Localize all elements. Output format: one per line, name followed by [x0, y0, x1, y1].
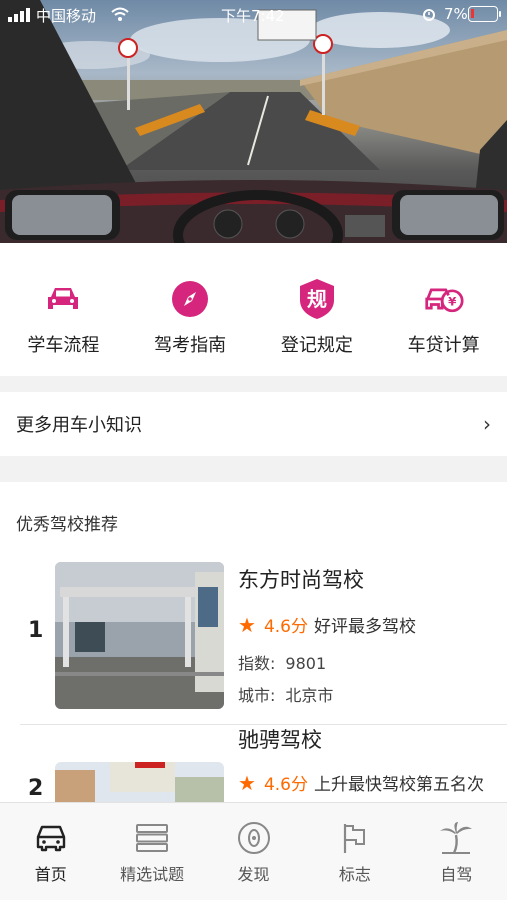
quick-link-label: 驾考指南 [154, 335, 227, 356]
rating-score: 4.6分 [263, 775, 308, 795]
school-name: 驰骋驾校 [238, 728, 322, 752]
quick-link-car-loan-calculator[interactable]: ¥ 车贷计算 [380, 243, 507, 376]
school-city: 城市: 北京市 [238, 682, 333, 706]
school-photo [55, 562, 224, 709]
car-front-icon [32, 821, 70, 855]
status-bar: 中国移动 下午7:42 7% [0, 0, 507, 30]
flag-icon [336, 821, 374, 855]
signal-icon [8, 8, 30, 22]
school-rating: ★ 4.6分 好评最多驾校 [238, 612, 416, 638]
school-card[interactable]: 2 驰骋驾校 ★ 4.6分 上升最快驾校第五名次 [0, 728, 507, 802]
rating-tagline: 上升最快驾校第五名次 [313, 775, 484, 795]
tab-label: 精选试题 [120, 865, 185, 884]
tab-discover[interactable]: 发现 [203, 803, 304, 900]
driving-test-scene [0, 0, 507, 243]
more-car-tips-row[interactable]: 更多用车小知识 › [0, 392, 507, 456]
tab-selected-questions[interactable]: 精选试题 [101, 803, 202, 900]
recommended-schools-section: 优秀驾校推荐 1 东方时尚驾校 ★ 4.6分 好评最多驾校 指数: 9801 城… [0, 482, 507, 802]
svg-text:规: 规 [307, 287, 327, 311]
hero-banner[interactable]: 中国移动 下午7:42 7% [0, 0, 507, 243]
quick-link-learning-process[interactable]: 学车流程 [0, 243, 127, 376]
carrier-name: 中国移动 [36, 7, 97, 25]
clock: 下午7:42 [221, 7, 285, 25]
quick-links: 学车流程 驾考指南 规 登记规定 ¥ 车贷计算 [0, 243, 507, 376]
quick-link-label: 登记规定 [280, 335, 353, 356]
tab-label: 标志 [338, 865, 371, 884]
tab-home[interactable]: 首页 [0, 803, 101, 900]
tab-label: 发现 [237, 865, 270, 884]
star-icon: ★ [238, 770, 256, 795]
tab-label: 自驾 [440, 865, 473, 884]
school-index: 指数: 9801 [238, 650, 326, 674]
city-value: 北京市 [285, 686, 334, 705]
more-car-tips-label: 更多用车小知识 [16, 415, 142, 436]
quick-link-registration-rules[interactable]: 规 登记规定 [254, 243, 381, 376]
school-photo [55, 762, 224, 802]
car-loan-icon: ¥ [424, 279, 464, 319]
tab-label: 首页 [34, 865, 67, 884]
rule-shield-icon: 规 [297, 279, 337, 319]
palm-tree-icon [437, 821, 475, 855]
svg-text:¥: ¥ [448, 294, 457, 308]
rating-tagline: 好评最多驾校 [313, 617, 416, 637]
index-value: 9801 [285, 654, 327, 673]
tab-signs[interactable]: 标志 [304, 803, 405, 900]
alarm-icon [423, 9, 435, 21]
battery-percent: 7% [444, 5, 468, 23]
quick-link-label: 学车流程 [27, 335, 100, 356]
school-name: 东方时尚驾校 [238, 568, 364, 592]
school-card[interactable]: 1 东方时尚驾校 ★ 4.6分 好评最多驾校 指数: 9801 城市: 北京市 [0, 562, 507, 722]
star-icon: ★ [238, 612, 256, 637]
quick-link-exam-guide[interactable]: 驾考指南 [127, 243, 254, 376]
compass-icon [170, 279, 210, 319]
school-rank: 2 [28, 776, 44, 801]
quick-link-label: 车贷计算 [407, 335, 480, 356]
tab-self-drive[interactable]: 自驾 [406, 803, 507, 900]
battery-icon [468, 6, 501, 22]
car-icon [43, 279, 83, 319]
chevron-right-icon: › [483, 412, 491, 436]
rating-score: 4.6分 [263, 617, 308, 637]
school-rating: ★ 4.6分 上升最快驾校第五名次 [238, 770, 484, 796]
city-label: 城市: [238, 686, 276, 705]
discover-icon [235, 821, 273, 855]
school-rank: 1 [28, 618, 44, 643]
section-title: 优秀驾校推荐 [16, 515, 118, 535]
bottom-tab-bar: 首页 精选试题 发现 标志 自驾 [0, 802, 507, 900]
stack-icon [133, 821, 171, 855]
index-label: 指数: [238, 654, 276, 673]
wifi-icon [111, 7, 129, 21]
